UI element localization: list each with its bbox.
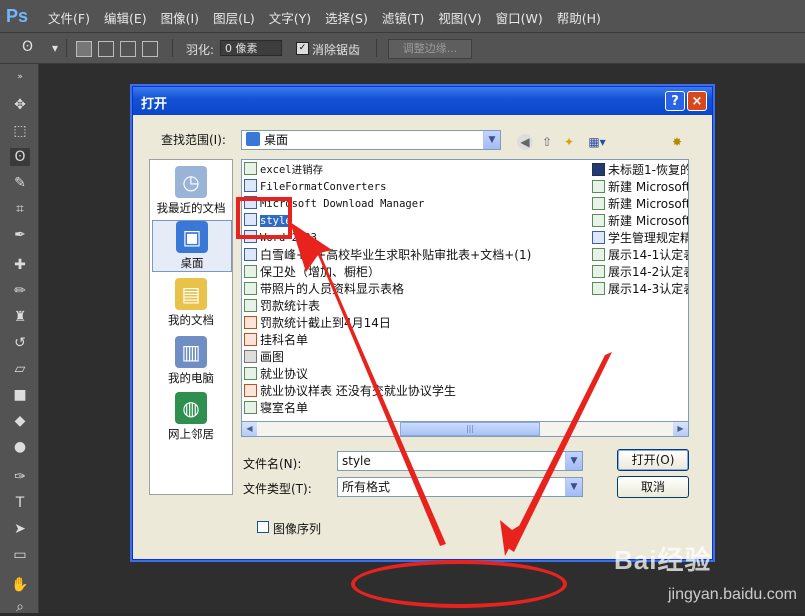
- watermark-domain: jingyan.baidu.com: [668, 586, 797, 603]
- arrow-left: [290, 222, 446, 546]
- baidu-watermark: Bai经验 jingyan.baidu.com: [614, 540, 804, 610]
- annotation-arrows: [290, 222, 612, 556]
- watermark-brand: Bai经验: [614, 545, 712, 575]
- arrow-right: [508, 352, 612, 552]
